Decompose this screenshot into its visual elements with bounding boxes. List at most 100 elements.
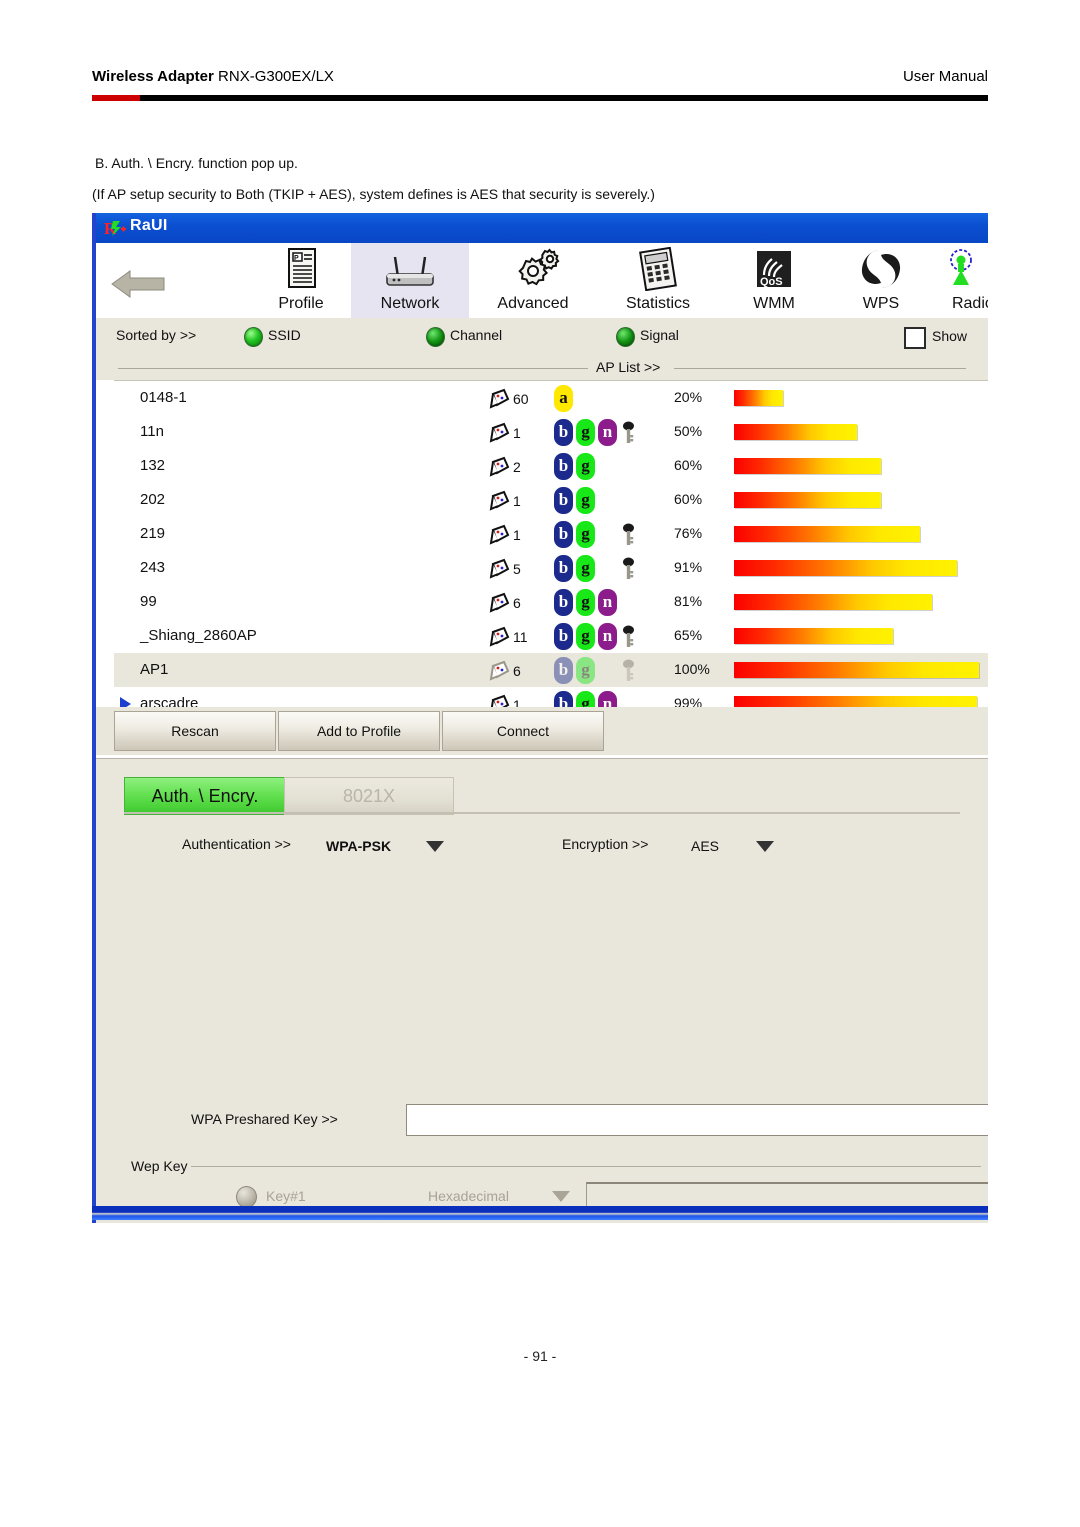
ap-list-row[interactable]: 0148-1 60 a 20% xyxy=(114,381,988,415)
toolbar-item-wps[interactable]: WPS xyxy=(829,243,933,318)
ap-action-bar: Rescan Add to Profile Connect xyxy=(96,707,988,755)
ap-bands: bg xyxy=(554,453,664,481)
wep-key-format[interactable]: Hexadecimal xyxy=(428,1188,509,1204)
ap-list-row[interactable]: 11n 1 b g n 50% xyxy=(114,415,988,449)
band-badge-g: g xyxy=(576,623,595,650)
toolbar-item-profile[interactable]: P Profile xyxy=(251,243,351,318)
ap-list-row[interactable]: AP1 6 b g 100% xyxy=(114,653,988,687)
encryption-value[interactable]: AES xyxy=(691,838,719,854)
wep-key-radio[interactable] xyxy=(236,1186,257,1208)
svg-text:QoS: QoS xyxy=(760,276,783,288)
toolbar-item-wmm[interactable]: QoS WMM xyxy=(719,243,829,318)
band-badge-a: a xyxy=(554,385,573,412)
radio-channel-icon xyxy=(426,327,445,347)
wpa-preshared-key-label: WPA Preshared Key >> xyxy=(191,1111,338,1127)
ap-channel: 1 xyxy=(489,524,559,546)
wep-key-format-dropdown-icon[interactable] xyxy=(552,1191,570,1202)
connect-button[interactable]: Connect xyxy=(442,711,604,751)
band-badge-b: b xyxy=(554,555,573,582)
ap-signal-bar xyxy=(734,424,857,440)
ap-signal-percent: 20% xyxy=(674,389,703,405)
intro-line-2: (If AP setup security to Both (TKIP + AE… xyxy=(92,186,655,202)
authentication-value[interactable]: WPA-PSK xyxy=(326,838,391,854)
toolbar-item-radio-on-off[interactable]: Radio On/ xyxy=(933,243,988,318)
radio-antenna-icon xyxy=(933,247,988,291)
page-number: - 91 - xyxy=(523,1348,557,1364)
band-badge-g: g xyxy=(576,453,595,480)
router-icon xyxy=(351,247,469,291)
wpa-preshared-key-input[interactable] xyxy=(406,1104,988,1136)
ap-channel: 5 xyxy=(489,558,559,580)
wep-key-label: Key#1 xyxy=(266,1188,306,1204)
add-to-profile-button[interactable]: Add to Profile xyxy=(278,711,440,751)
ap-list[interactable]: 0148-1 60 a 20% 11n 1 b g n 50% 132 2 b g 60% 202 1 b g 60%… xyxy=(114,380,988,718)
profile-document-icon: P xyxy=(251,247,351,291)
ap-signal-percent: 50% xyxy=(674,423,703,439)
toolbar-item-advanced[interactable]: Advanced xyxy=(469,243,597,318)
authentication-label: Authentication >> xyxy=(182,836,291,852)
ap-ssid: 202 xyxy=(140,491,166,508)
window-titlebar: R RaUI xyxy=(96,213,988,243)
ap-channel: 6 xyxy=(489,592,559,614)
band-badge-n: n xyxy=(598,589,617,616)
ap-channel: 1 xyxy=(489,422,559,444)
qos-signal-icon: QoS xyxy=(719,247,829,291)
ap-bands: bgn xyxy=(554,419,664,447)
encryption-dropdown-icon[interactable] xyxy=(756,841,774,852)
ap-list-rule-left xyxy=(118,368,588,369)
security-key-icon xyxy=(622,523,635,546)
ap-signal-percent: 60% xyxy=(674,491,703,507)
toolbar-item-network[interactable]: Network xyxy=(351,243,469,318)
ap-channel-number: 6 xyxy=(513,663,521,679)
ap-list-row[interactable]: 99 6 b g n 81% xyxy=(114,585,988,619)
gears-icon xyxy=(469,247,597,291)
band-badge-g: g xyxy=(576,487,595,514)
ap-list-row[interactable]: 219 1 b g 76% xyxy=(114,517,988,551)
toolbar-label-wps: WPS xyxy=(862,295,900,312)
ap-signal-bar xyxy=(734,526,920,542)
sort-bar: Sorted by >> SSID Channel Signal Show xyxy=(96,318,988,356)
header-rule-accent xyxy=(92,95,140,101)
window-bottom-border xyxy=(92,1206,988,1220)
band-badge-b: b xyxy=(554,657,573,684)
band-badge-b: b xyxy=(554,623,573,650)
ap-signal-percent: 100% xyxy=(674,661,710,677)
tab-underline xyxy=(124,812,960,814)
ap-list-row[interactable]: 243 5 b g 91% xyxy=(114,551,988,585)
security-key-icon xyxy=(622,421,635,444)
ap-channel: 1 xyxy=(489,490,559,512)
sort-label-channel: Channel xyxy=(450,327,503,343)
ap-channel-number: 1 xyxy=(513,493,521,509)
ap-list-row[interactable]: 202 1 b g 60% xyxy=(114,483,988,517)
authentication-dropdown-icon[interactable] xyxy=(426,841,444,852)
sort-option-channel[interactable]: Channel xyxy=(426,326,536,347)
radio-ssid-icon xyxy=(244,327,263,347)
ap-channel-number: 1 xyxy=(513,425,521,441)
ap-signal-bar xyxy=(734,458,881,474)
band-badge-g: g xyxy=(576,555,595,582)
sort-option-ssid[interactable]: SSID xyxy=(244,326,334,347)
calculator-icon xyxy=(597,246,719,292)
band-badge-b: b xyxy=(554,487,573,514)
ap-bands: bgn xyxy=(554,589,664,617)
ap-list-row[interactable]: 132 2 b g 60% xyxy=(114,449,988,483)
security-key-icon xyxy=(622,557,635,580)
show-checkbox[interactable] xyxy=(904,327,926,349)
radio-signal-icon xyxy=(616,327,635,347)
sort-option-signal[interactable]: Signal xyxy=(616,326,716,347)
ap-list-header: AP List >> xyxy=(96,356,988,380)
sorted-by-label: Sorted by >> xyxy=(116,327,197,343)
header-manual-label: User Manual xyxy=(902,68,988,85)
tab-auth-encry[interactable]: Auth. \ Encry. xyxy=(124,777,286,815)
tab-8021x[interactable]: 8021X xyxy=(284,777,454,815)
ap-ssid: 0148-1 xyxy=(140,389,187,406)
rescan-button[interactable]: Rescan xyxy=(114,711,276,751)
ap-signal-percent: 81% xyxy=(674,593,703,609)
back-arrow-icon[interactable] xyxy=(110,267,166,301)
toolbar-item-statistics[interactable]: Statistics xyxy=(597,243,719,318)
ap-list-row[interactable]: _Shiang_2860AP 11 b g n 65% xyxy=(114,619,988,653)
ap-ssid: 132 xyxy=(140,457,166,474)
svg-text:P: P xyxy=(294,255,299,262)
window-title: RaUI xyxy=(130,217,168,234)
auth-encryption-panel: Auth. \ Encry. 8021X Authentication >> W… xyxy=(96,759,988,1223)
